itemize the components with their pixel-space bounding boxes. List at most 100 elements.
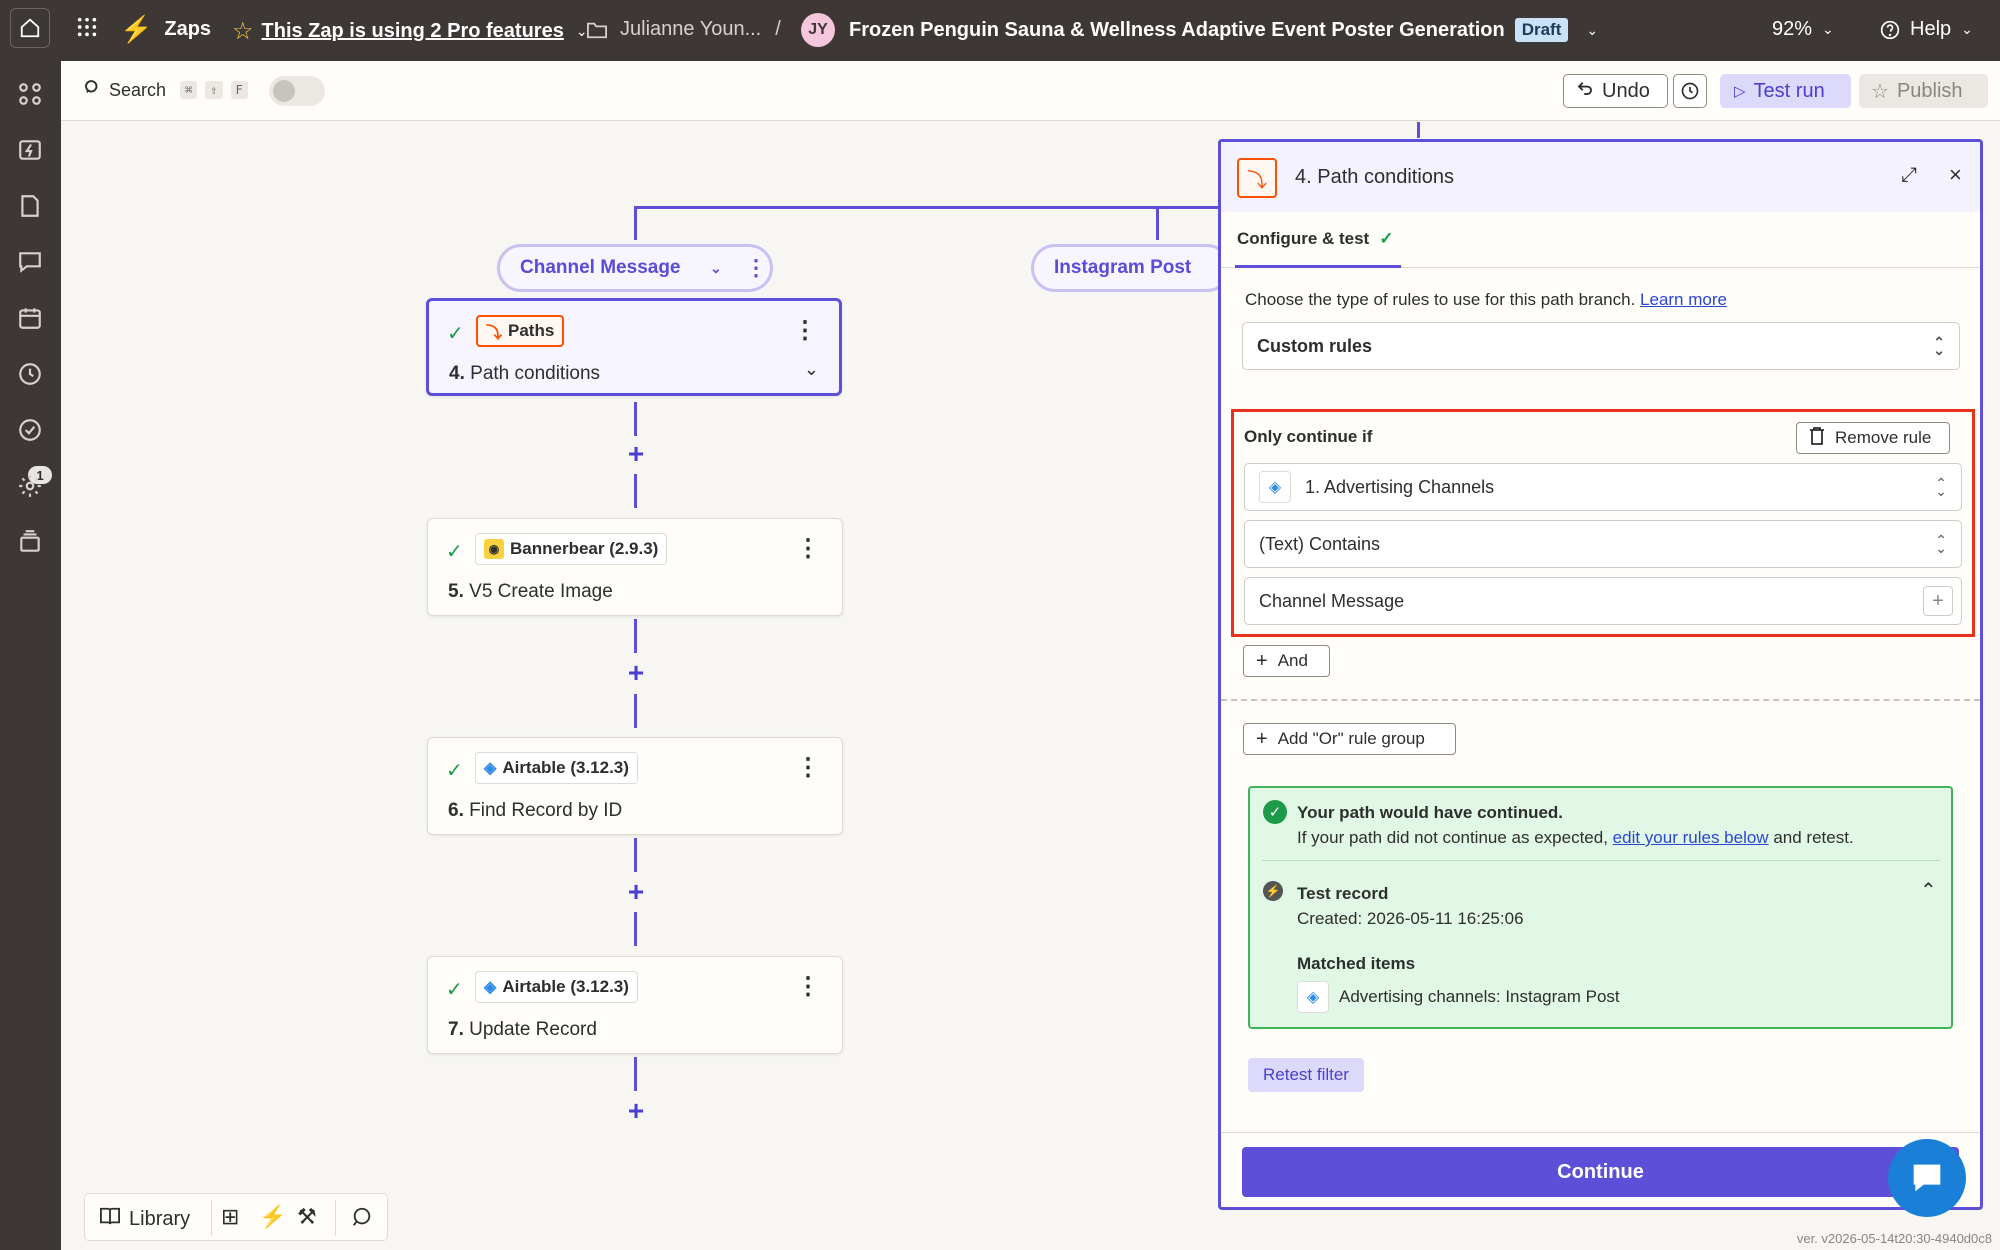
sidebar-settings-icon[interactable] xyxy=(14,470,46,502)
bolt-icon[interactable]: ⚡ xyxy=(259,1204,286,1230)
value-input[interactable]: Channel Message + xyxy=(1244,577,1962,625)
sidebar-history-icon[interactable] xyxy=(14,358,46,390)
step-name: Path conditions xyxy=(470,363,601,384)
continue-button[interactable]: Continue xyxy=(1242,1147,1959,1197)
app-chip-airtable: ◈ Airtable (3.12.3) xyxy=(475,971,638,1003)
shortcut-key: ⇧ xyxy=(205,81,223,99)
add-step-icon[interactable]: + xyxy=(621,657,651,689)
step-find-record[interactable]: ✓ ◈ Airtable (3.12.3) ⋮ 6. Find Record b… xyxy=(427,737,843,835)
retest-filter-button[interactable]: Retest filter xyxy=(1248,1058,1364,1092)
sidebar-interfaces-icon[interactable] xyxy=(14,246,46,278)
check-icon: ✓ xyxy=(446,541,463,563)
panel-step-title: Path conditions xyxy=(1317,166,1455,188)
add-or-group-button[interactable]: + Add "Or" rule group xyxy=(1243,723,1456,755)
check-icon: ✓ xyxy=(1379,228,1394,248)
breadcrumb-separator: / xyxy=(775,18,781,40)
publish-button[interactable]: ☆ Publish xyxy=(1859,74,1988,108)
condition-select[interactable]: (Text) Contains ⌃ ⌄ xyxy=(1244,520,1962,568)
panel-title: 4. Path conditions xyxy=(1295,166,1454,189)
folder-breadcrumb[interactable]: Julianne Youn... / xyxy=(586,18,781,41)
bolt-icon: ⚡ xyxy=(1263,881,1283,901)
tab-configure-test[interactable]: Configure & test ✓ xyxy=(1235,212,1401,268)
rule-type-select[interactable]: Custom rules ⌃ ⌄ xyxy=(1242,322,1960,370)
only-continue-label: Only continue if xyxy=(1244,427,1373,446)
insert-data-icon[interactable]: + xyxy=(1923,586,1953,616)
learn-more-link[interactable]: Learn more xyxy=(1640,290,1727,309)
step-number: 4. xyxy=(449,363,465,384)
help-dropdown[interactable]: Help ⌄ xyxy=(1880,18,1973,41)
zaps-link[interactable]: ⚡ Zaps xyxy=(120,14,211,45)
app-chip-bannerbear: ◉ Bannerbear (2.9.3) xyxy=(475,533,668,565)
result-text: If your path did not continue as expecte… xyxy=(1297,828,1854,848)
chevron-up-icon[interactable]: ⌃ xyxy=(1920,878,1937,903)
view-toggle[interactable] xyxy=(269,76,325,106)
close-icon[interactable]: × xyxy=(1949,162,1962,188)
tools-icon[interactable]: ⚒ xyxy=(297,1204,317,1230)
library-button[interactable]: Library xyxy=(99,1206,190,1232)
branch-channel-message[interactable]: Channel Message ⌄ ⋮ xyxy=(497,244,773,292)
edit-rules-link[interactable]: edit your rules below xyxy=(1613,828,1769,847)
add-step-icon[interactable]: + xyxy=(621,876,651,908)
panel-step-number: 4. xyxy=(1295,166,1312,188)
pro-features-label: This Zap is using 2 Pro features xyxy=(261,20,564,42)
connector-line xyxy=(634,912,637,946)
check-icon: ✓ xyxy=(447,323,464,345)
app-name: Paths xyxy=(508,321,555,340)
step-number: 7. xyxy=(448,1019,464,1040)
pro-features-dropdown[interactable]: ☆ This Zap is using 2 Pro features ⌄ xyxy=(232,17,588,46)
airtable-icon: ◈ xyxy=(1297,981,1329,1013)
step-create-image[interactable]: ✓ ◉ Bannerbear (2.9.3) ⋮ 5. V5 Create Im… xyxy=(427,518,843,616)
chat-support-button[interactable] xyxy=(1888,1139,1966,1217)
shortcut-key: ⌘ xyxy=(180,81,198,99)
avatar: JY xyxy=(801,13,835,47)
more-options-icon[interactable]: ⋮ xyxy=(796,756,820,780)
add-step-icon[interactable]: + xyxy=(621,438,651,470)
expand-icon[interactable]: ⤢ xyxy=(1901,164,1917,187)
sidebar-activity-icon[interactable] xyxy=(14,414,46,446)
step-path-conditions[interactable]: ✓ ⤵ Paths ⋮ 4. Path conditions ⌄ xyxy=(426,298,842,396)
search-icon xyxy=(83,78,101,102)
remove-rule-button[interactable]: Remove rule xyxy=(1796,422,1950,454)
home-button[interactable] xyxy=(10,8,50,48)
search-button[interactable]: Search ⌘ ⇧ F xyxy=(83,78,248,102)
zap-title[interactable]: Frozen Penguin Sauna & Wellness Adaptive… xyxy=(849,18,1598,42)
condition-value: (Text) Contains xyxy=(1259,533,1381,554)
field-select[interactable]: ◈ 1. Advertising Channels ⌃ ⌄ xyxy=(1244,463,1962,511)
step-update-record[interactable]: ✓ ◈ Airtable (3.12.3) ⋮ 7. Update Record xyxy=(427,956,843,1054)
more-options-icon[interactable]: ⋮ xyxy=(745,255,767,281)
zap-menu-chevron-icon[interactable]: ⌄ xyxy=(1586,22,1598,39)
sidebar-apps-icon[interactable] xyxy=(14,78,46,110)
branch-instagram-post[interactable]: Instagram Post xyxy=(1031,244,1231,292)
sidebar-calendar-icon[interactable] xyxy=(14,302,46,334)
step-number: 5. xyxy=(448,581,464,602)
star-icon: ☆ xyxy=(1871,80,1889,103)
help-icon xyxy=(1880,20,1900,39)
step-title: 6. Find Record by ID xyxy=(448,800,622,822)
undo-icon xyxy=(1576,79,1594,103)
more-options-icon[interactable]: ⋮ xyxy=(796,537,820,561)
more-options-icon[interactable]: ⋮ xyxy=(793,319,817,343)
divider xyxy=(1221,699,1980,701)
sidebar-zaps-icon[interactable] xyxy=(14,134,46,166)
result-text-after: and retest. xyxy=(1773,828,1854,847)
sidebar-layers-icon[interactable] xyxy=(14,526,46,558)
owner-avatar[interactable]: JY xyxy=(801,13,835,47)
chevron-down-icon[interactable]: ⌄ xyxy=(804,359,819,380)
chevron-down-icon[interactable]: ⌄ xyxy=(710,260,722,277)
panel-header: ⤵ 4. Path conditions ⤢ × xyxy=(1221,142,1980,212)
more-options-icon[interactable]: ⋮ xyxy=(796,975,820,999)
version-history-button[interactable] xyxy=(1673,74,1707,108)
undo-button[interactable]: Undo xyxy=(1563,74,1668,108)
trash-icon xyxy=(1809,426,1825,450)
result-title: Your path would have continued. xyxy=(1297,803,1564,822)
and-button[interactable]: + And xyxy=(1243,645,1330,677)
comment-icon[interactable] xyxy=(351,1206,373,1233)
zoom-dropdown[interactable]: 92% ⌄ xyxy=(1772,18,1834,41)
add-apps-icon[interactable]: ⊞ xyxy=(221,1204,239,1230)
sidebar-tables-icon[interactable] xyxy=(14,190,46,222)
add-step-icon[interactable]: + xyxy=(621,1095,651,1127)
apps-grid-icon[interactable] xyxy=(76,16,98,38)
test-run-button[interactable]: ▷ Test run xyxy=(1720,74,1851,108)
zap-bolt-icon: ⚡ xyxy=(120,14,153,44)
plus-icon: + xyxy=(1256,649,1268,672)
